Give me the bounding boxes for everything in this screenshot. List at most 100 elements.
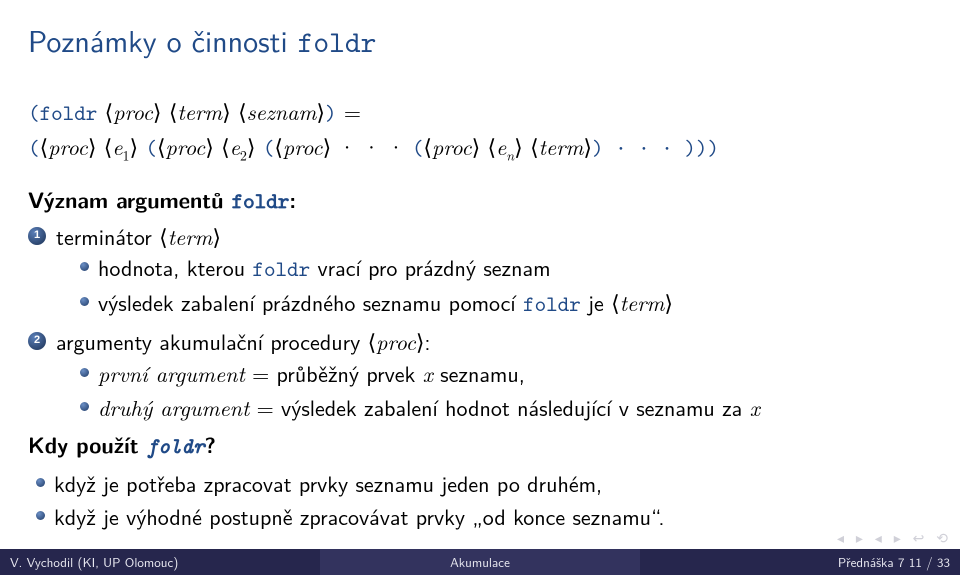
lparen: (	[28, 98, 40, 127]
angle-l: ⟨	[221, 131, 230, 162]
footer-author: V. Vychodil (KI, UP Olomouc)	[0, 549, 320, 575]
b1-x: x	[423, 358, 433, 389]
angle-l: ⟨	[368, 326, 377, 357]
e1: e	[112, 131, 122, 162]
b1-pre: hodnota, kterou	[98, 251, 252, 283]
bullet-item: když je výhodné postupně zpracovávat prv…	[36, 501, 932, 532]
lparen: (	[412, 133, 424, 162]
section-when-head: Kdy použít foldr?	[28, 429, 932, 462]
nav-symbols[interactable]: ◂ ▸ ◂ ▸ ↩ ⟲	[837, 530, 952, 547]
footer: V. Vychodil (KI, UP Olomouc) Akumulace P…	[0, 549, 960, 575]
b2-it: druhý argument	[98, 392, 249, 423]
when-list: když je potřeba zpracovat prvky seznamu …	[28, 468, 932, 532]
bullet-icon	[80, 262, 89, 271]
term-var: term	[539, 131, 584, 162]
foldr-code: foldr	[40, 98, 98, 127]
angle-r: ⟩	[222, 96, 231, 127]
angle-r: ⟩	[212, 221, 221, 252]
angle-l: ⟨	[530, 131, 539, 162]
b2-mid: je	[581, 286, 611, 318]
angle-r: ⟩	[247, 131, 256, 162]
b2-x: x	[750, 392, 760, 423]
angle-r: ⟩	[129, 131, 138, 162]
b2-post: = výsledek zabalení hodnot následující v…	[249, 391, 749, 423]
angle-r: ⟩	[88, 131, 97, 162]
num-item-2: 2 argumenty akumulační procedury ⟨proc⟩:…	[28, 326, 932, 423]
sub-list-1: hodnota, kterou foldr vrací pro prázdný …	[56, 252, 932, 320]
rparen: )	[325, 98, 337, 127]
bullet-icon	[36, 478, 45, 487]
sec2-text: Kdy použít	[28, 428, 147, 460]
angle-r: ⟩	[153, 96, 162, 127]
bullet-item: výsledek zabalení prázdného seznamu pomo…	[80, 287, 932, 320]
bullet-item: první argument = průběžný prvek x seznam…	[80, 358, 932, 390]
angle-l: ⟨	[157, 131, 166, 162]
bullet-icon	[80, 297, 89, 306]
numbered-list: 1 terminátor ⟨term⟩ hodnota, kterou fold…	[28, 221, 932, 424]
bullet-icon	[80, 368, 89, 377]
b2-pre: výsledek zabalení prázdného seznamu pomo…	[98, 286, 523, 318]
when-b2: když je výhodné postupně zpracovávat prv…	[54, 500, 664, 532]
sub2: 2	[240, 145, 247, 165]
bullet-item: druhý argument = výsledek zabalení hodno…	[80, 392, 932, 424]
bullet-item: když je potřeba zpracovat prvky seznamu …	[36, 468, 932, 499]
seznam-var: seznam	[247, 96, 317, 127]
angle-r: ⟩	[514, 131, 523, 162]
angle-r: ⟩	[316, 96, 325, 127]
slide-title: Poznámky o činnosti foldr	[28, 18, 932, 62]
angle-r: ⟩	[205, 131, 214, 162]
b1-it: první argument	[98, 358, 245, 389]
when-b1: když je potřeba zpracovat prvky seznamu …	[54, 467, 602, 499]
sec2-code: foldr	[147, 431, 205, 460]
colon: :	[289, 183, 296, 215]
lparen: (	[28, 133, 40, 162]
angle-l: ⟨	[40, 131, 49, 162]
number-ball-2: 2	[28, 332, 46, 350]
angle-l: ⟨	[238, 96, 247, 127]
equals: =	[337, 96, 361, 127]
b1-post: vrací pro prázdný seznam	[310, 251, 550, 283]
item1-pre: terminátor	[56, 220, 159, 252]
num-item-1: 1 terminátor ⟨term⟩ hodnota, kterou fold…	[28, 221, 932, 320]
number-ball-1: 1	[28, 227, 46, 245]
bullet-icon	[36, 511, 45, 520]
equation-line-2: (⟨proc⟩ ⟨e1⟩ (⟨proc⟩ ⟨e2⟩ (⟨proc⟩ · · · …	[28, 131, 932, 166]
item1-term: term	[168, 221, 213, 252]
slide: Poznámky o činnosti foldr (foldr ⟨proc⟩ …	[0, 0, 960, 532]
angle-r: ⟩	[323, 131, 332, 162]
term-var: term	[177, 96, 222, 127]
section-meaning-head: Význam argumentů foldr:	[28, 184, 932, 217]
title-code: foldr	[298, 23, 377, 62]
rparens-tail: ) · · · )))	[592, 133, 719, 162]
footer-title: Akumulace	[320, 549, 640, 575]
sec1-text: Význam argumentů	[28, 183, 232, 215]
equation-line-1: (foldr ⟨proc⟩ ⟨term⟩ ⟨seznam⟩) =	[28, 96, 932, 129]
angle-l: ⟨	[488, 131, 497, 162]
proc-var: proc	[283, 131, 323, 162]
bullet-icon	[80, 402, 89, 411]
b2-term: term	[620, 287, 665, 318]
title-text: Poznámky o činnosti	[28, 18, 298, 62]
angle-l: ⟨	[159, 221, 168, 252]
proc-var: proc	[48, 131, 88, 162]
footer-page: Přednáška 7 11 / 33	[640, 549, 960, 575]
lparen: (	[263, 133, 275, 162]
b1-code: foldr	[252, 254, 310, 283]
b1-post: = průběžný prvek	[245, 357, 423, 389]
proc-var: proc	[113, 96, 153, 127]
dots: · · ·	[331, 131, 412, 162]
sub-list-2: první argument = průběžný prvek x seznam…	[56, 358, 932, 424]
proc-var: proc	[166, 131, 206, 162]
e2: e	[230, 131, 240, 162]
item2-pre: argumenty akumulační procedury	[56, 325, 368, 357]
angle-l: ⟨	[105, 96, 114, 127]
bullet-item: hodnota, kterou foldr vrací pro prázdný …	[80, 252, 932, 285]
content: (foldr ⟨proc⟩ ⟨term⟩ ⟨seznam⟩) = (⟨proc⟩…	[28, 96, 932, 532]
angle-r: ⟩	[664, 287, 673, 318]
angle-r: ⟩	[472, 131, 481, 162]
subn: n	[506, 145, 514, 165]
proc-var: proc	[432, 131, 472, 162]
angle-l: ⟨	[274, 131, 283, 162]
sec1-code: foldr	[232, 186, 290, 215]
lparen: (	[145, 133, 157, 162]
